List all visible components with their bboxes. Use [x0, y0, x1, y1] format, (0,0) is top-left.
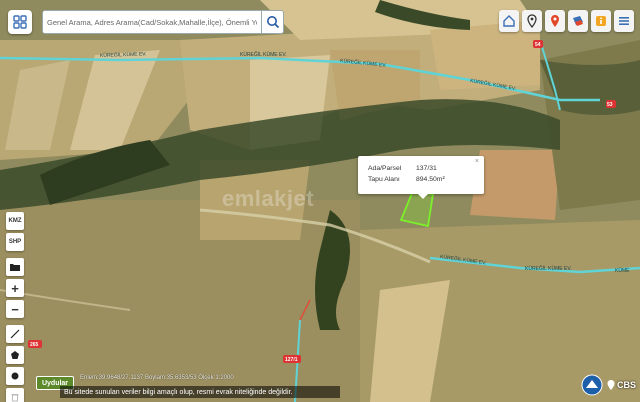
search-input[interactable] [42, 10, 262, 34]
open-folder-button[interactable] [6, 258, 24, 276]
layers-icon [573, 16, 583, 26]
popup-value: 894.50m² [416, 176, 445, 183]
trash-icon [11, 394, 19, 402]
svg-text:265: 265 [30, 342, 39, 348]
info-icon [596, 16, 606, 26]
locate-button[interactable] [522, 10, 542, 32]
line-icon [10, 329, 20, 339]
circle-icon [11, 372, 19, 380]
popup-key: Tapu Alanı [368, 176, 400, 183]
right-toolbar [499, 10, 634, 32]
apps-grid-button[interactable] [8, 10, 32, 34]
layers-button[interactable] [568, 10, 588, 32]
road-label: KÜREĞİL KÜME EV. [240, 51, 287, 58]
draw-polygon-button[interactable] [6, 346, 24, 364]
popup-pointer [418, 194, 428, 199]
polygon-icon [11, 351, 19, 359]
draw-circle-button[interactable] [6, 367, 24, 385]
zoom-in-button[interactable]: + [6, 279, 24, 297]
popup-row-tapu-alani: Tapu Alanı 894.50m² [368, 176, 445, 183]
search-icon [266, 16, 279, 29]
menu-icon [619, 17, 629, 25]
footer-logos: CBS [581, 374, 636, 396]
grid-icon [13, 15, 27, 29]
location-pin-icon [527, 14, 537, 28]
svg-text:53: 53 [607, 102, 613, 108]
draw-line-button[interactable] [6, 325, 24, 343]
folder-icon [10, 264, 20, 271]
delete-drawing-button[interactable] [6, 388, 24, 402]
popup-value: 137/31 [416, 165, 437, 172]
kmz-button[interactable]: KMZ [6, 212, 24, 230]
coordinate-readout: Enlem:39.9648/27.1137 Boylam:35.6353/53 … [80, 375, 234, 381]
top-left-bar [8, 10, 32, 34]
road-label: KÜREĞİL KÜME EV. [525, 265, 572, 272]
location-pin-icon [607, 380, 615, 390]
shp-button[interactable]: SHP [6, 233, 24, 251]
cbs-brand: CBS [607, 380, 636, 390]
municipality-logo-icon [581, 374, 603, 396]
left-toolbar: KMZ SHP + − [6, 212, 24, 402]
home-icon [503, 15, 515, 27]
popup-row-ada-parsel: Ada/Parsel 137/31 [368, 165, 437, 172]
watermark: emlakjet [222, 186, 315, 211]
info-button[interactable] [591, 10, 611, 32]
parcel-popup: × Ada/Parsel 137/31 Tapu Alanı 894.50m² [358, 156, 484, 194]
popup-key: Ada/Parsel [368, 165, 402, 172]
menu-button[interactable] [614, 10, 634, 32]
map-pin-icon [551, 15, 559, 27]
road-label: KÜME [615, 267, 630, 274]
search-button[interactable] [262, 10, 284, 34]
marker-button[interactable] [545, 10, 565, 32]
cbs-label: CBS [616, 380, 636, 390]
zoom-out-button[interactable]: − [6, 300, 24, 318]
search-bar [42, 10, 284, 34]
popup-close-button[interactable]: × [475, 158, 479, 165]
home-button[interactable] [499, 10, 519, 32]
svg-text:54: 54 [535, 42, 541, 48]
satellite-map[interactable]: KÜREĞİL KÜME EV. KÜREĞİL KÜME EV. KÜREĞİ… [0, 0, 640, 402]
svg-text:127/1: 127/1 [285, 357, 298, 363]
disclaimer-bar: Bu sitede sunulan veriler bilgi amaçlı o… [60, 386, 340, 398]
